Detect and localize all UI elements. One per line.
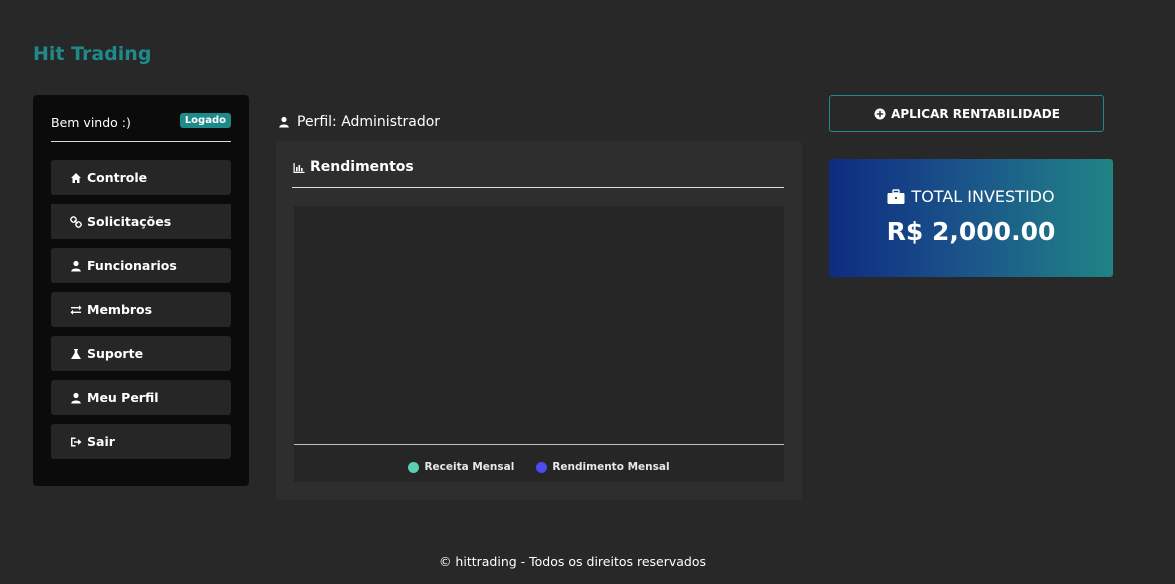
apply-button-label: APLICAR RENTABILIDADE (891, 106, 1060, 121)
sidebar-item-label: Sair (87, 434, 115, 449)
bar-chart-icon (292, 161, 305, 174)
sidebar-item-sair[interactable]: Sair (51, 424, 231, 459)
sidebar-item-funcionarios[interactable]: Funcionarios (51, 248, 231, 283)
sidebar-item-membros[interactable]: Membros (51, 292, 231, 327)
brand-title: Hit Trading (33, 43, 152, 65)
profile-label: Perfil: Administrador (277, 114, 440, 130)
sidebar-item-label: Suporte (87, 346, 144, 361)
sidebar-header: Bem vindo :) Logado (51, 113, 231, 142)
exchange-icon (69, 303, 82, 316)
legend-swatch (536, 461, 548, 473)
flask-icon (69, 347, 82, 360)
legend-swatch (408, 461, 420, 473)
legend-label: Receita Mensal (424, 461, 515, 473)
sidebar-item-solicitacoes[interactable]: Solicitações (51, 204, 231, 239)
sidebar-item-suporte[interactable]: Suporte (51, 336, 231, 371)
sidebar-item-controle[interactable]: Controle (51, 160, 231, 195)
user-icon (69, 391, 82, 404)
total-invested-value: R$ 2,000.00 (886, 217, 1056, 246)
chart-canvas: Receita Mensal Rendimento Mensal (294, 206, 784, 482)
footer-copyright: © hittrading - Todos os direitos reserva… (438, 554, 707, 569)
user-icon (69, 259, 82, 272)
chart-x-axis (294, 444, 784, 445)
legend-label: Rendimento Mensal (552, 461, 670, 473)
chart-title: Rendimentos (310, 159, 414, 175)
sidebar-item-label: Meu Perfil (87, 390, 159, 405)
home-icon (69, 171, 82, 184)
plus-circle-icon (873, 107, 886, 120)
total-invested-header: TOTAL INVESTIDO (829, 187, 1113, 206)
chart-legend: Receita Mensal Rendimento Mensal (294, 461, 784, 473)
apply-profitability-button[interactable]: APLICAR RENTABILIDADE (829, 95, 1104, 132)
sidebar-item-meu-perfil[interactable]: Meu Perfil (51, 380, 231, 415)
total-invested-card: TOTAL INVESTIDO R$ 2,000.00 (829, 159, 1113, 277)
total-invested-label: TOTAL INVESTIDO (911, 187, 1055, 206)
user-icon (277, 116, 290, 129)
sidebar-item-label: Solicitações (87, 214, 172, 229)
sidebar: Bem vindo :) Logado Controle Solicitaçõe… (33, 95, 249, 486)
briefcase-icon (887, 188, 905, 205)
sign-out-icon (69, 435, 82, 448)
welcome-text: Bem vindo :) (51, 115, 131, 130)
sidebar-item-label: Funcionarios (87, 258, 177, 273)
link-icon (69, 215, 82, 228)
profile-text: Perfil: Administrador (297, 114, 441, 130)
legend-item-rendimento[interactable]: Rendimento Mensal (536, 461, 670, 473)
chart-card-header: Rendimentos (292, 159, 784, 188)
sidebar-item-label: Membros (87, 302, 153, 317)
sidebar-item-label: Controle (87, 170, 148, 185)
chart-card: Rendimentos Receita Mensal Rendimento Me… (276, 141, 802, 500)
legend-item-receita[interactable]: Receita Mensal (408, 461, 514, 473)
status-badge: Logado (179, 113, 231, 128)
